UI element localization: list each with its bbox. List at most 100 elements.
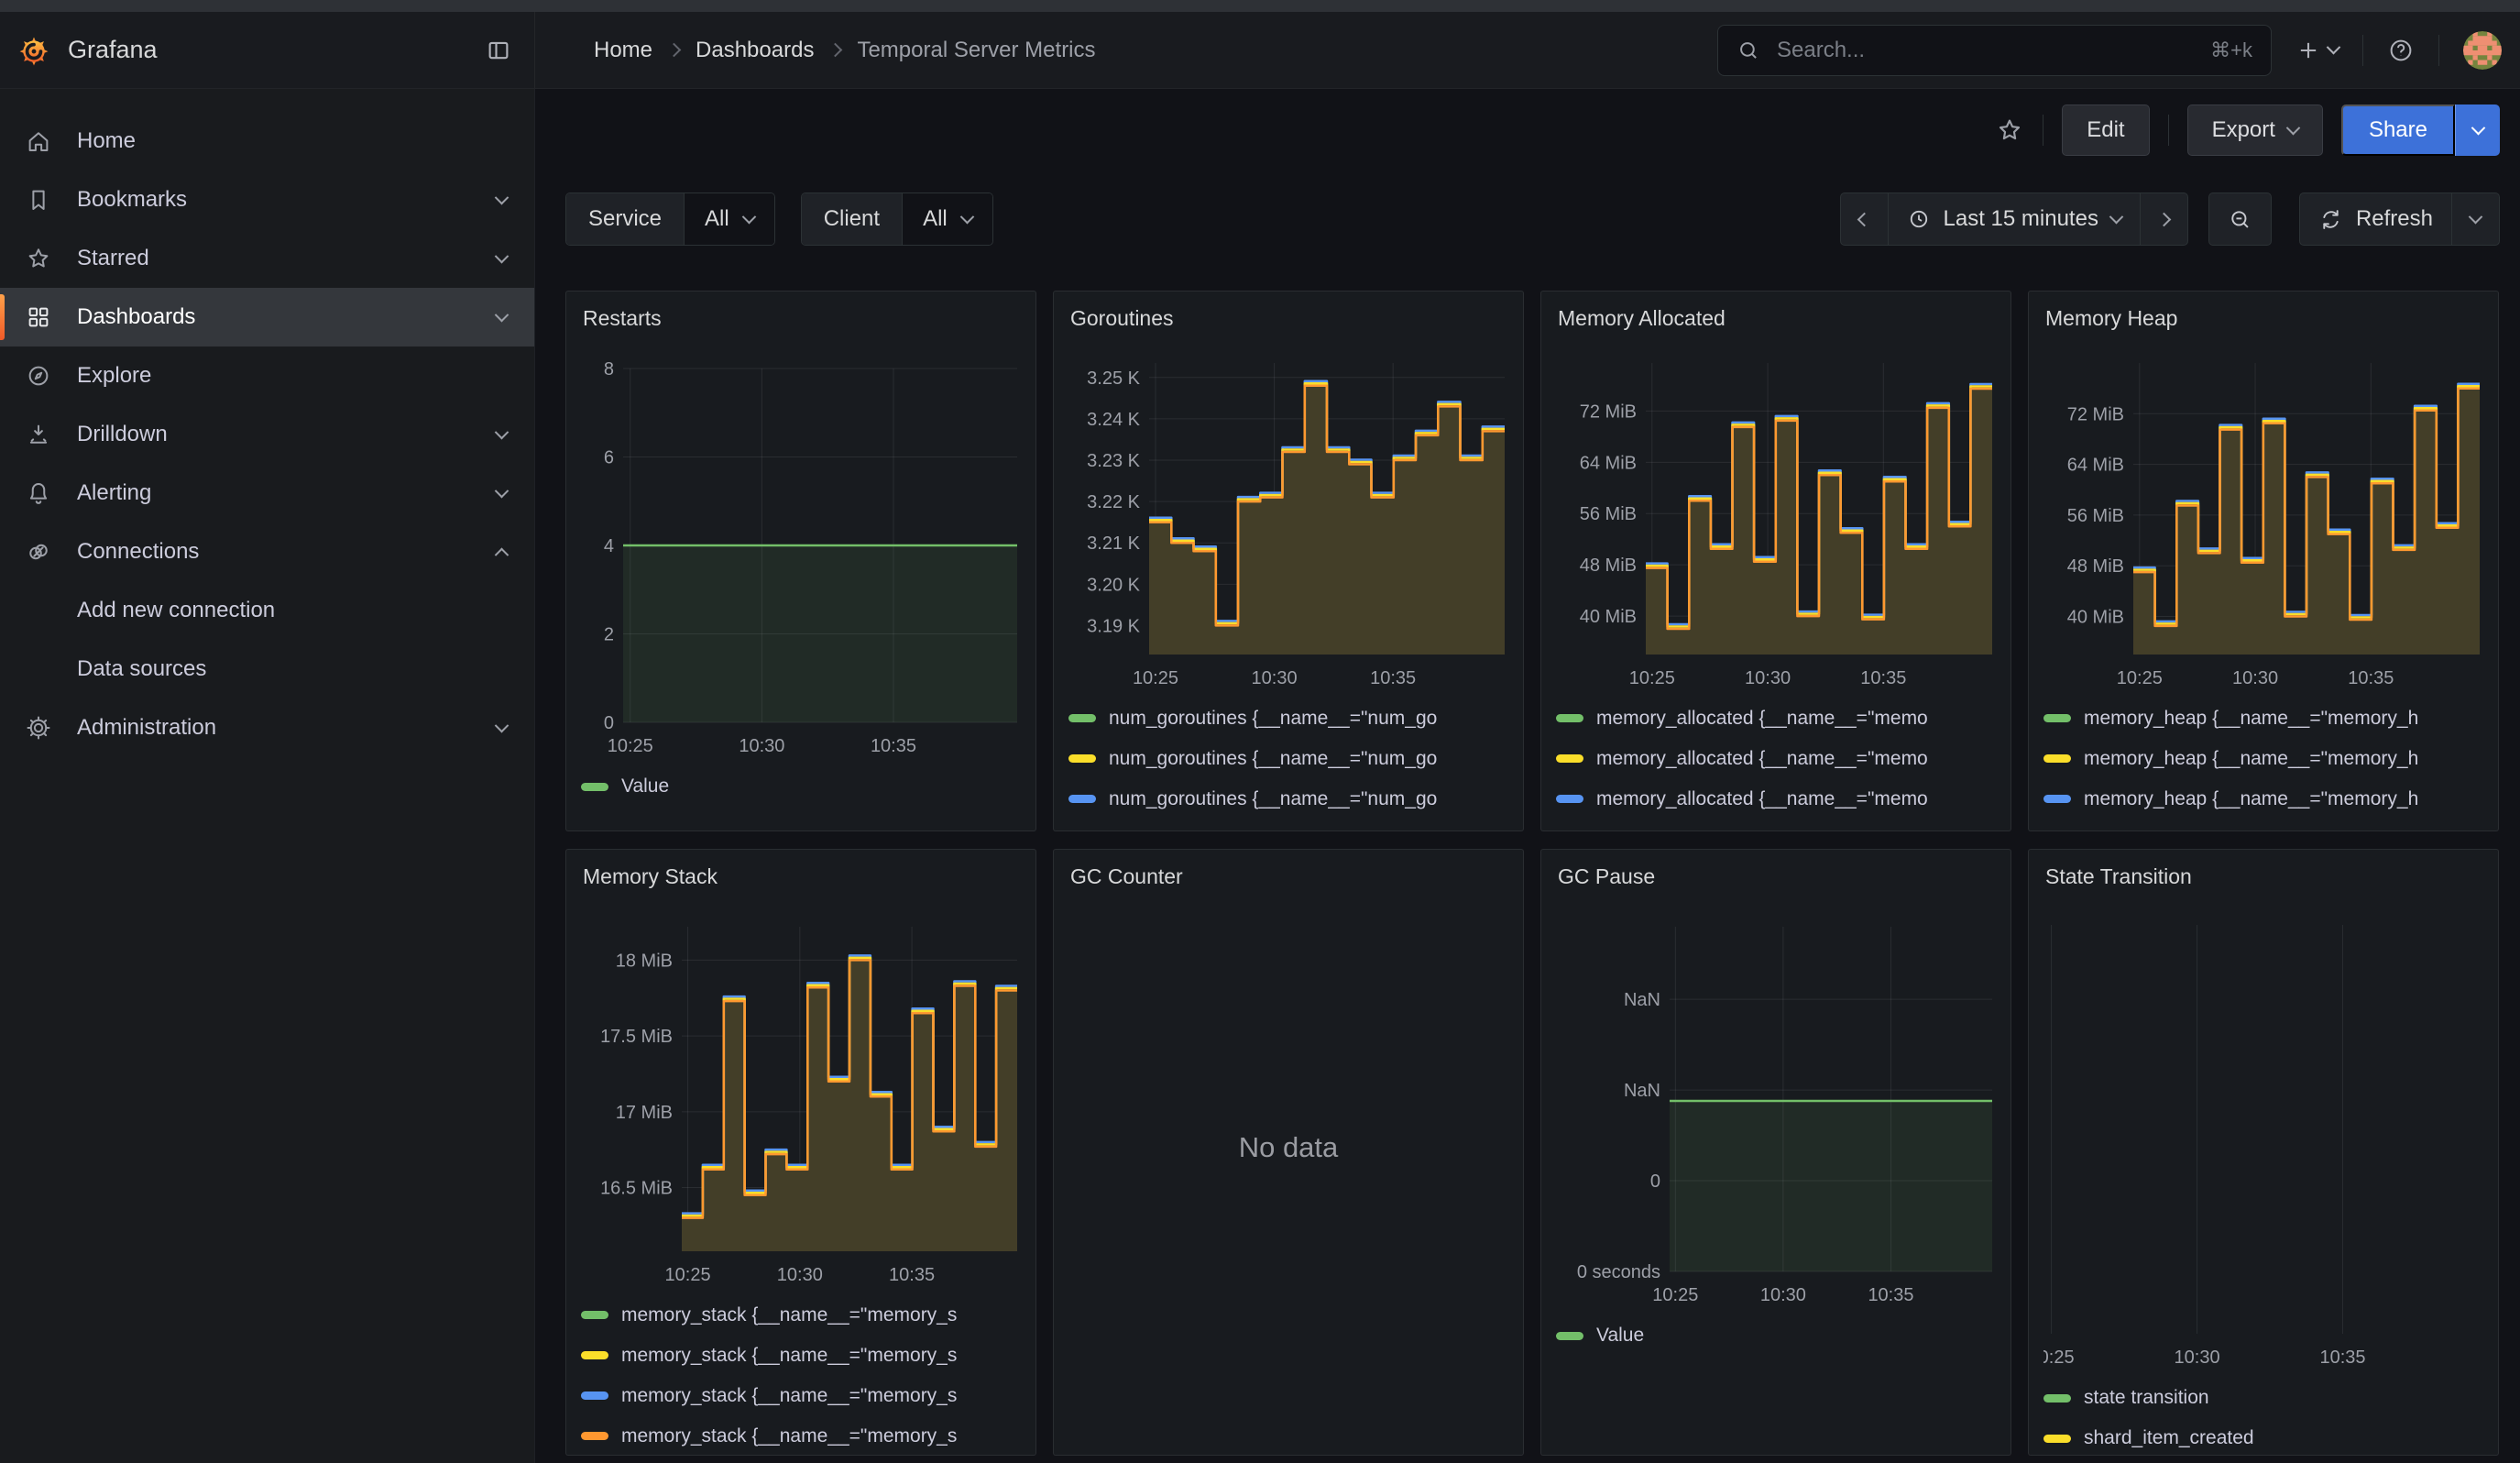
legend-item[interactable]: shard_item_created [2043,1418,2483,1455]
legend-item[interactable]: num_goroutines {__name__="num_go [1068,739,1508,779]
legend-item[interactable]: memory_allocated {__name__="memo [1556,698,1996,739]
collapse-sidebar-icon[interactable] [485,37,512,64]
legend: Value [581,766,1021,807]
legend-item[interactable]: memory_stack {__name__="memory_s [581,1416,1021,1455]
breadcrumb-dashboards[interactable]: Dashboards [696,38,814,63]
chevron-down-icon[interactable] [495,718,509,732]
legend-item[interactable]: memory_heap {__name__="memory_h [2043,820,2483,830]
sidebar-item-connections[interactable]: Connections [0,522,534,581]
time-shift-back-button[interactable] [1840,192,1889,246]
chevron-down-icon[interactable] [495,248,509,263]
share-options-button[interactable] [2455,104,2500,156]
compass-icon [24,362,53,390]
sidebar-item-bookmarks[interactable]: Bookmarks [0,170,534,229]
sidebar-item-label: Alerting [77,480,151,506]
legend-item[interactable]: state transition [2043,1378,2483,1418]
chevron-down-icon [2471,120,2485,135]
panel-gc-pause: GC Pause0 seconds0NaNNaN10:2510:3010:35V… [1540,849,2011,1456]
legend-item[interactable]: num_goroutines {__name__="num_go [1068,779,1508,820]
panel-title[interactable]: GC Pause [1558,864,1996,896]
svg-text:6: 6 [604,448,614,468]
panel-title[interactable]: Memory Allocated [1558,306,1996,332]
legend-series-label: memory_heap {__name__="memory_h [2084,829,2418,830]
sidebar-item-data-sources[interactable]: Data sources [0,640,534,698]
legend-item[interactable]: Value [581,766,1021,807]
svg-text:3.22 K: 3.22 K [1087,492,1140,512]
panel-title[interactable]: State Transition [2045,864,2483,894]
breadcrumb-current: Temporal Server Metrics [857,38,1095,63]
chart-goroutines: 3.19 K3.20 K3.21 K3.22 K3.23 K3.24 K3.25… [1068,356,1508,697]
sidebar-item-home[interactable]: Home [0,112,534,170]
legend-series-label: memory_heap {__name__="memory_h [2084,788,2418,810]
sidebar-item-alerting[interactable]: Alerting [0,464,534,522]
panel-title[interactable]: Memory Heap [2045,306,2483,332]
favorite-star-icon[interactable] [1995,116,2024,145]
chevron-up-icon[interactable] [495,547,509,562]
legend-item[interactable]: memory_stack {__name__="memory_s [581,1376,1021,1416]
legend-series-color [1556,754,1583,763]
refresh-interval-button[interactable] [2451,192,2500,246]
legend-item[interactable]: memory_allocated {__name__="memo [1556,779,1996,820]
share-button[interactable]: Share [2341,104,2455,156]
svg-text:17 MiB: 17 MiB [616,1102,673,1122]
panel-title[interactable]: Goroutines [1070,306,1508,332]
chart-memory-heap: 40 MiB48 MiB56 MiB64 MiB72 MiB10:2510:30… [2043,356,2483,697]
panel-title[interactable]: Memory Stack [583,864,1021,896]
panel-title[interactable]: Restarts [583,306,1021,337]
svg-text:48 MiB: 48 MiB [2067,556,2124,577]
chevron-right-icon [2157,212,2172,226]
legend: num_goroutines {__name__="num_gonum_goro… [1068,698,1508,830]
client-variable-label: Client [802,193,902,245]
export-button[interactable]: Export [2187,104,2323,156]
brand-label[interactable]: Grafana [68,36,158,64]
chevron-down-icon[interactable] [495,483,509,498]
legend-series-label: shard_item_created [2084,1427,2254,1449]
chevron-down-icon[interactable] [495,424,509,439]
search-box[interactable]: ⌘+k [1717,25,2272,76]
svg-text:64 MiB: 64 MiB [2067,455,2124,475]
sidebar-item-drilldown[interactable]: Drilldown [0,405,534,464]
sidebar-item-dashboards[interactable]: Dashboards [0,288,534,346]
refresh-button[interactable]: Refresh [2299,192,2452,246]
panel-state-transition: State Transition10:2510:3010:35state tra… [2028,849,2499,1456]
chevron-down-icon[interactable] [495,307,509,322]
legend-item[interactable]: memory_heap {__name__="memory_h [2043,779,2483,820]
svg-text:10:35: 10:35 [889,1265,935,1285]
sidebar-item-explore[interactable]: Explore [0,346,534,405]
legend-item[interactable]: memory_heap {__name__="memory_h [2043,739,2483,779]
add-new-button[interactable] [2295,38,2339,63]
panel-title[interactable]: GC Counter [1070,864,1508,896]
zoom-out-icon [2228,207,2252,232]
sidebar-item-add-new-connection[interactable]: Add new connection [0,581,534,640]
legend-item[interactable]: memory_heap {__name__="memory_h [2043,698,2483,739]
legend-item[interactable]: memory_allocated {__name__="memo [1556,820,1996,830]
legend-series-color [2043,1435,2071,1443]
avatar[interactable] [2463,31,2502,70]
sidebar: HomeBookmarks Starred Dashboards ExploreDri… [0,88,535,1463]
client-variable-value[interactable]: All [902,193,992,245]
search-input[interactable] [1775,37,2196,64]
sidebar-item-label: Starred [77,246,149,271]
sidebar-item-label: Dashboards [77,304,195,330]
bookmark-icon [24,186,53,214]
legend-item[interactable]: num_goroutines {__name__="num_go [1068,698,1508,739]
gear-icon [24,714,53,742]
breadcrumb: Home Dashboards Temporal Server Metrics [535,38,1096,63]
help-button[interactable] [2387,37,2415,64]
sidebar-item-administration[interactable]: Administration [0,698,534,757]
legend-item[interactable]: Value [1556,1315,1996,1356]
service-variable-value[interactable]: All [684,193,774,245]
breadcrumb-home[interactable]: Home [594,38,652,63]
zoom-out-button[interactable] [2208,192,2272,246]
time-range-picker[interactable]: Last 15 minutes [1888,192,2141,246]
legend-item[interactable]: memory_stack {__name__="memory_s [581,1295,1021,1336]
breadcrumb-sep-icon [667,43,682,58]
legend-item[interactable]: num_goroutines {__name__="num_go [1068,820,1508,830]
chevron-down-icon [2469,209,2483,224]
legend-item[interactable]: memory_stack {__name__="memory_s [581,1336,1021,1376]
legend-item[interactable]: memory_allocated {__name__="memo [1556,739,1996,779]
sidebar-item-starred[interactable]: Starred [0,229,534,288]
chevron-down-icon[interactable] [495,190,509,204]
time-shift-forward-button[interactable] [2140,192,2188,246]
edit-button[interactable]: Edit [2062,104,2149,156]
